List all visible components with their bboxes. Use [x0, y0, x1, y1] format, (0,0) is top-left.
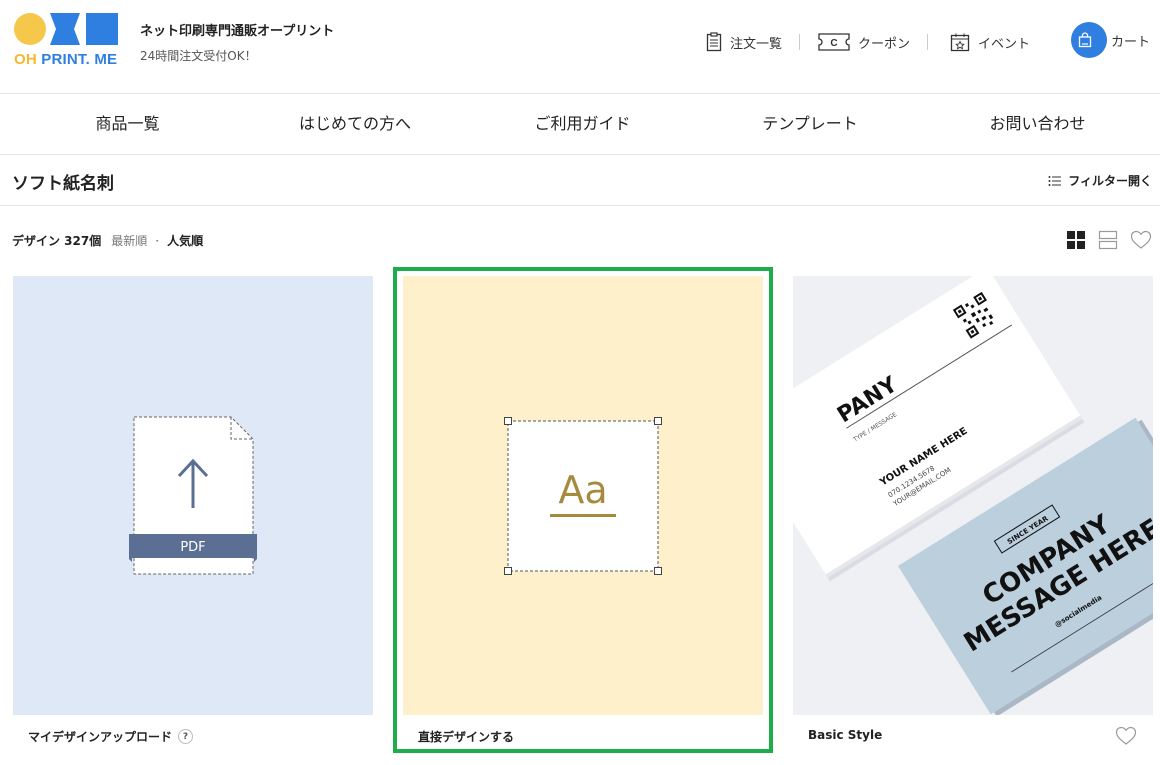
selected-card-highlight: [393, 267, 773, 753]
upload-thumbnail[interactable]: PDF: [13, 276, 373, 715]
pdf-text: PDF: [180, 540, 205, 555]
basic-style-thumbnail[interactable]: PANY TYPE / MESSAGE YOUR NAME HERE 070.1…: [793, 276, 1153, 715]
utility-divider: [927, 34, 928, 50]
favorites-heart-icon[interactable]: [1130, 230, 1152, 250]
brand-title: ネット印刷専門通販オープリント: [140, 24, 335, 39]
grid-view-icon[interactable]: [1066, 230, 1086, 250]
favorite-heart-icon[interactable]: [1115, 726, 1137, 746]
event-label: イベント: [978, 36, 1031, 52]
nav-templates[interactable]: テンプレート: [735, 94, 885, 154]
upload-label-text: マイデザインアップロード: [28, 730, 173, 744]
business-card-mockup: PANY TYPE / MESSAGE YOUR NAME HERE 070.1…: [793, 276, 1153, 715]
upload-design-card[interactable]: PDF マイデザインアップロード ?: [13, 276, 373, 744]
main-nav: 商品一覧 はじめての方へ ご利用ガイド テンプレート お問い合わせ: [0, 94, 1160, 155]
logo-mark-icon: [14, 13, 118, 45]
sort-row: デザイン 327個 最新順 · 人気順: [12, 232, 203, 249]
filter-label: フィルター開く: [1068, 174, 1152, 188]
list-filter-icon: [1048, 175, 1062, 186]
sort-separator: ·: [155, 233, 160, 248]
list-view-icon[interactable]: [1098, 230, 1118, 250]
coupon-label: クーポン: [858, 36, 911, 52]
page-title: ソフト紙名刺: [12, 174, 114, 194]
utility-divider: [799, 34, 800, 50]
clipboard-icon: [706, 32, 722, 52]
nav-first-time[interactable]: はじめての方へ: [280, 94, 430, 154]
event-calendar-icon: [950, 33, 970, 52]
help-question-icon[interactable]: ?: [178, 729, 194, 744]
upload-card-label: マイデザインアップロード ?: [28, 728, 194, 745]
filter-open-button[interactable]: フィルター開く: [1048, 172, 1152, 189]
coupon-link[interactable]: C クーポン: [818, 30, 910, 54]
basic-style-card[interactable]: PANY TYPE / MESSAGE YOUR NAME HERE 070.1…: [793, 276, 1153, 745]
site-header: OH PRINT. ME ネット印刷専門通販オープリント 24時間注文受付OK！…: [0, 0, 1160, 94]
coupon-icon: C: [818, 33, 850, 51]
nav-contact[interactable]: お問い合わせ: [965, 94, 1110, 154]
nav-guide[interactable]: ご利用ガイド: [510, 94, 655, 154]
view-toggles: [1054, 230, 1152, 250]
pdf-upload-icon: PDF: [129, 416, 257, 575]
sort-newest[interactable]: 最新順: [111, 232, 147, 249]
sort-popular[interactable]: 人気順: [167, 232, 203, 249]
cart-label: カート: [1111, 34, 1151, 50]
orders-label: 注文一覧: [730, 36, 783, 52]
basic-style-label: Basic Style: [808, 728, 883, 742]
cart-button[interactable]: カート: [1071, 22, 1150, 58]
site-logo[interactable]: OH PRINT. ME: [14, 12, 120, 68]
cart-bag-icon: [1071, 22, 1107, 58]
category-bar: ソフト紙名刺 フィルター開く: [0, 155, 1160, 206]
orders-link[interactable]: 注文一覧: [706, 30, 782, 54]
svg-text:C: C: [830, 38, 837, 49]
logo-wordmark: OH PRINT. ME: [14, 51, 118, 68]
event-link[interactable]: イベント: [950, 30, 1030, 54]
brand-subtitle: 24時間注文受付OK！: [140, 49, 257, 63]
nav-products[interactable]: 商品一覧: [55, 94, 200, 154]
design-count: デザイン 327個: [12, 234, 102, 248]
